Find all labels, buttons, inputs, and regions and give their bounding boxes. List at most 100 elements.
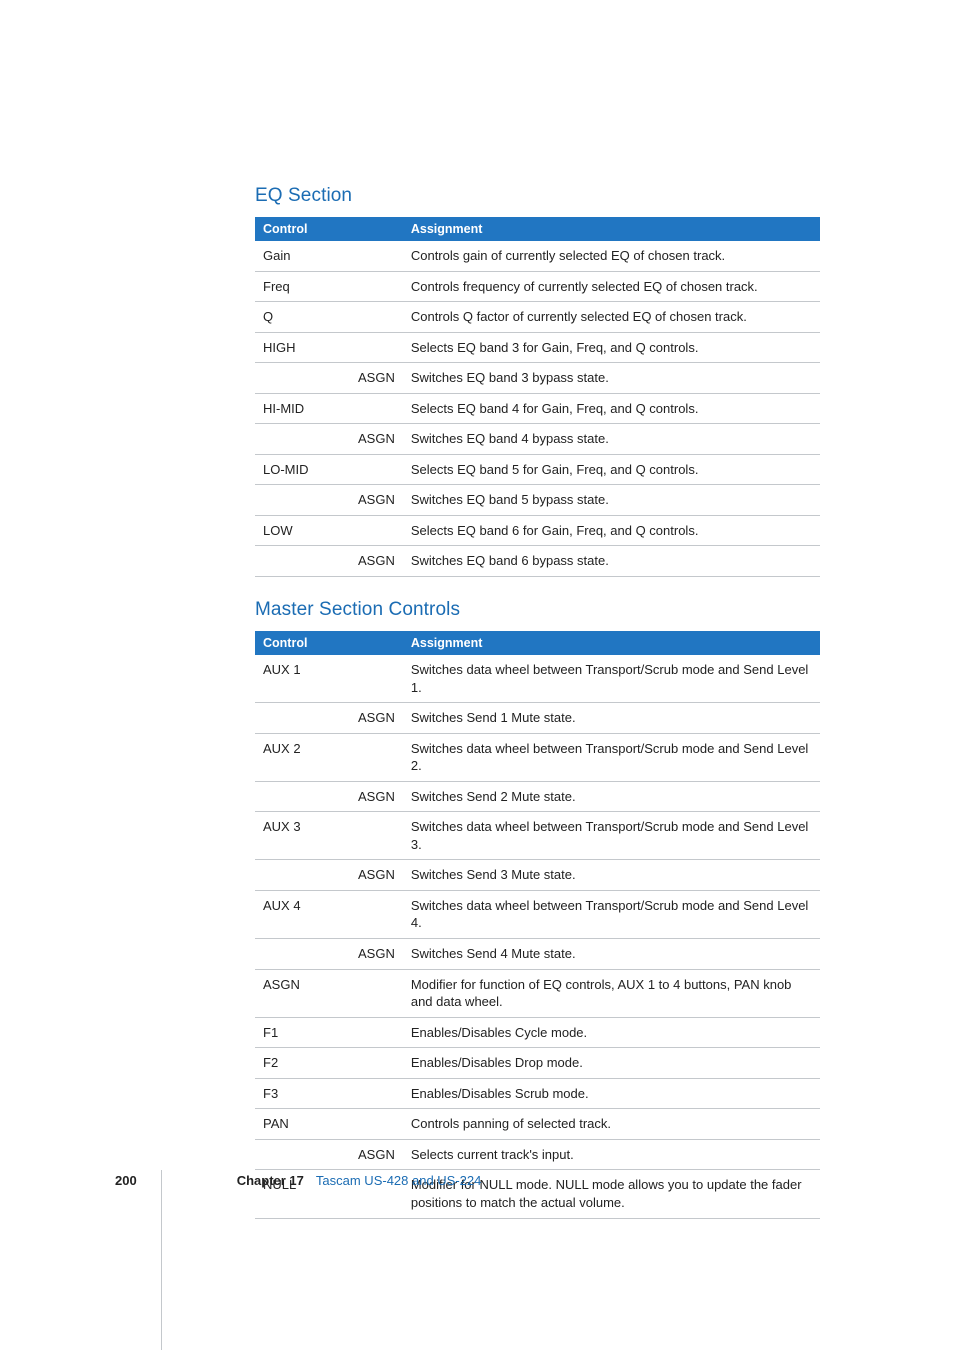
cell-assignment: Switches Send 4 Mute state. bbox=[403, 939, 820, 970]
cell-control: HIGH bbox=[255, 332, 350, 363]
table-row: FreqControls frequency of currently sele… bbox=[255, 271, 820, 302]
table-row: HI-MIDSelects EQ band 4 for Gain, Freq, … bbox=[255, 393, 820, 424]
cell-assignment: Switches Send 3 Mute state. bbox=[403, 860, 820, 891]
eq-header-control: Control bbox=[255, 217, 403, 241]
table-row: ASGNSwitches Send 3 Mute state. bbox=[255, 860, 820, 891]
table-row: AUX 4Switches data wheel between Transpo… bbox=[255, 890, 820, 938]
cell-control bbox=[255, 781, 350, 812]
cell-control: F1 bbox=[255, 1017, 350, 1048]
table-row: ASGNSwitches EQ band 6 bypass state. bbox=[255, 546, 820, 577]
table-row: ASGNSelects current track's input. bbox=[255, 1139, 820, 1170]
cell-assignment: Switches EQ band 6 bypass state. bbox=[403, 546, 820, 577]
cell-modifier bbox=[350, 332, 403, 363]
cell-control bbox=[255, 1139, 350, 1170]
cell-assignment: Switches data wheel between Transport/Sc… bbox=[403, 812, 820, 860]
cell-modifier: ASGN bbox=[350, 546, 403, 577]
cell-modifier bbox=[350, 393, 403, 424]
cell-assignment: Selects EQ band 6 for Gain, Freq, and Q … bbox=[403, 515, 820, 546]
cell-assignment: Controls panning of selected track. bbox=[403, 1109, 820, 1140]
footer-divider bbox=[161, 1170, 162, 1350]
cell-control: F3 bbox=[255, 1078, 350, 1109]
table-row: ASGNSwitches EQ band 4 bypass state. bbox=[255, 424, 820, 455]
cell-control bbox=[255, 424, 350, 455]
cell-modifier bbox=[350, 1048, 403, 1079]
cell-modifier bbox=[350, 271, 403, 302]
cell-modifier bbox=[350, 890, 403, 938]
cell-control bbox=[255, 485, 350, 516]
master-header-assignment: Assignment bbox=[403, 631, 820, 655]
cell-modifier: ASGN bbox=[350, 363, 403, 394]
cell-control bbox=[255, 703, 350, 734]
cell-assignment: Selects EQ band 3 for Gain, Freq, and Q … bbox=[403, 332, 820, 363]
table-row: ASGNSwitches EQ band 5 bypass state. bbox=[255, 485, 820, 516]
eq-section-heading: EQ Section bbox=[255, 185, 820, 207]
cell-assignment: Switches data wheel between Transport/Sc… bbox=[403, 733, 820, 781]
cell-assignment: Selects EQ band 5 for Gain, Freq, and Q … bbox=[403, 454, 820, 485]
table-row: HIGH Selects EQ band 3 for Gain, Freq, an… bbox=[255, 332, 820, 363]
cell-modifier bbox=[350, 1017, 403, 1048]
cell-modifier: ASGN bbox=[350, 703, 403, 734]
cell-assignment: Switches data wheel between Transport/Sc… bbox=[403, 655, 820, 703]
cell-modifier: ASGN bbox=[350, 781, 403, 812]
master-section-table: Control Assignment AUX 1Switches data wh… bbox=[255, 631, 820, 1218]
cell-control: Freq bbox=[255, 271, 350, 302]
table-row: LOW Selects EQ band 6 for Gain, Freq, and… bbox=[255, 515, 820, 546]
cell-modifier: ASGN bbox=[350, 939, 403, 970]
table-row: ASGN Modifier for function of EQ controls… bbox=[255, 969, 820, 1017]
cell-assignment: Switches data wheel between Transport/Sc… bbox=[403, 890, 820, 938]
cell-modifier: ASGN bbox=[350, 424, 403, 455]
cell-control: PAN bbox=[255, 1109, 350, 1140]
cell-control: HI-MID bbox=[255, 393, 350, 424]
cell-control: F2 bbox=[255, 1048, 350, 1079]
cell-modifier bbox=[350, 812, 403, 860]
cell-assignment: Switches EQ band 5 bypass state. bbox=[403, 485, 820, 516]
cell-modifier: ASGN bbox=[350, 860, 403, 891]
cell-modifier bbox=[350, 969, 403, 1017]
table-row: AUX 1Switches data wheel between Transpo… bbox=[255, 655, 820, 703]
cell-assignment: Enables/Disables Drop mode. bbox=[403, 1048, 820, 1079]
table-row: Q Controls Q factor of currently selected… bbox=[255, 302, 820, 333]
cell-modifier bbox=[350, 1078, 403, 1109]
cell-modifier bbox=[350, 655, 403, 703]
cell-modifier: ASGN bbox=[350, 1139, 403, 1170]
cell-modifier bbox=[350, 733, 403, 781]
chapter-title: Tascam US-428 and US-224 bbox=[316, 1173, 481, 1188]
chapter-label: Chapter 17 bbox=[237, 1173, 304, 1188]
cell-assignment: Enables/Disables Scrub mode. bbox=[403, 1078, 820, 1109]
cell-control: ASGN bbox=[255, 969, 350, 1017]
cell-control: AUX 3 bbox=[255, 812, 350, 860]
cell-modifier bbox=[350, 515, 403, 546]
table-row: ASGNSwitches Send 2 Mute state. bbox=[255, 781, 820, 812]
cell-control bbox=[255, 363, 350, 394]
cell-assignment: Enables/Disables Cycle mode. bbox=[403, 1017, 820, 1048]
cell-modifier bbox=[350, 241, 403, 271]
cell-control: Gain bbox=[255, 241, 350, 271]
table-row: F1 Enables/Disables Cycle mode. bbox=[255, 1017, 820, 1048]
cell-assignment: Switches Send 1 Mute state. bbox=[403, 703, 820, 734]
table-row: AUX 2 Switches data wheel between Transpo… bbox=[255, 733, 820, 781]
cell-assignment: Controls gain of currently selected EQ o… bbox=[403, 241, 820, 271]
cell-assignment: Switches EQ band 4 bypass state. bbox=[403, 424, 820, 455]
cell-control: AUX 2 bbox=[255, 733, 350, 781]
cell-assignment: Switches Send 2 Mute state. bbox=[403, 781, 820, 812]
table-row: ASGNSwitches Send 1 Mute state. bbox=[255, 703, 820, 734]
master-header-control: Control bbox=[255, 631, 403, 655]
cell-control bbox=[255, 546, 350, 577]
cell-modifier bbox=[350, 1109, 403, 1140]
table-row: F2 Enables/Disables Drop mode. bbox=[255, 1048, 820, 1079]
table-row: PAN Controls panning of selected track. bbox=[255, 1109, 820, 1140]
cell-assignment: Modifier for function of EQ controls, AU… bbox=[403, 969, 820, 1017]
cell-assignment: Controls Q factor of currently selected … bbox=[403, 302, 820, 333]
cell-assignment: Switches EQ band 3 bypass state. bbox=[403, 363, 820, 394]
cell-control bbox=[255, 860, 350, 891]
cell-modifier: ASGN bbox=[350, 485, 403, 516]
eq-header-assignment: Assignment bbox=[403, 217, 820, 241]
cell-assignment: Selects current track's input. bbox=[403, 1139, 820, 1170]
eq-section-table: Control Assignment Gain Controls gain of … bbox=[255, 217, 820, 577]
master-section-heading: Master Section Controls bbox=[255, 599, 820, 621]
page-number: 200 bbox=[115, 1173, 137, 1188]
cell-control: LOW bbox=[255, 515, 350, 546]
cell-control: Q bbox=[255, 302, 350, 333]
table-row: ASGNSwitches EQ band 3 bypass state. bbox=[255, 363, 820, 394]
table-row: F3 Enables/Disables Scrub mode. bbox=[255, 1078, 820, 1109]
